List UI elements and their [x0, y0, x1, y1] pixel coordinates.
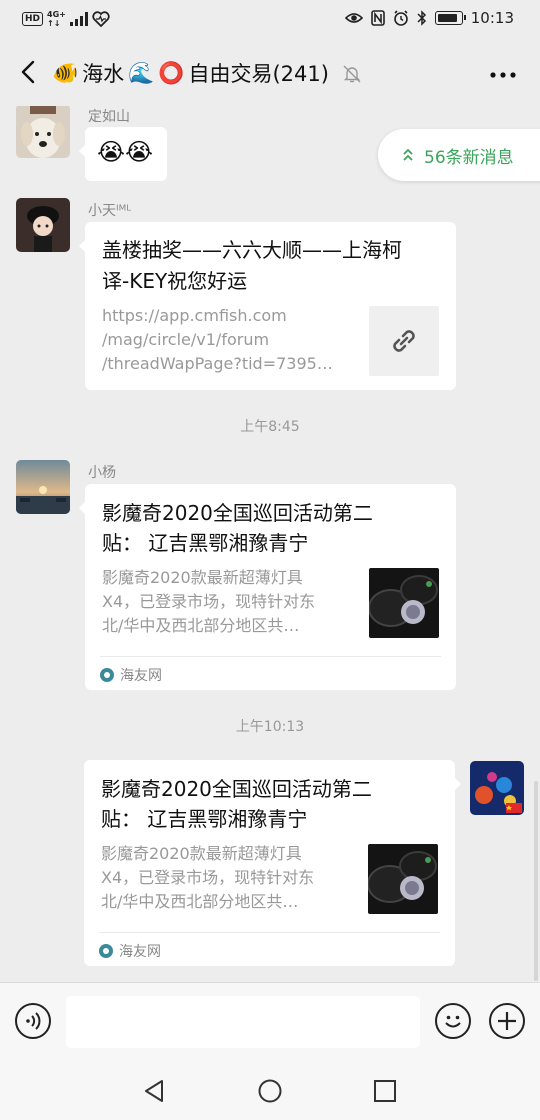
message-input[interactable] [66, 996, 420, 1048]
battery-icon [434, 11, 466, 25]
card-desc-line2: X4，已登录市场，现特针对东 [102, 592, 316, 611]
message-text: 😭😭 [97, 138, 154, 166]
alarm-icon [393, 10, 408, 26]
nav-recents-square-icon[interactable] [370, 1076, 400, 1106]
source-name: 海友网 [119, 944, 161, 960]
smiley-icon [445, 1015, 461, 1028]
battery-level [437, 14, 457, 22]
card-desc-line3: 北/华中及西北部分地区共… [102, 616, 300, 635]
aquarium-avatar-image [470, 761, 524, 815]
more-functions-button[interactable] [489, 1003, 525, 1039]
card-desc-line2: /mag/circle/v1/forum [102, 330, 270, 349]
link-thumbnail [369, 306, 439, 376]
card-title-line1: 影魔奇2020全国巡回活动第二 [102, 501, 373, 525]
source-logo-icon [99, 944, 113, 958]
chat-header: 🐠 海水 🌊 ⭕ 自由交易(241) [0, 40, 540, 106]
card-title-line2: 译-KEY祝您好运 [102, 269, 248, 293]
card-desc-line1: 影魔奇2020款最新超薄灯具 [102, 568, 303, 587]
source-name: 海友网 [120, 668, 162, 684]
network-activity: ↑↓ [47, 19, 61, 28]
card-desc-line1: https://app.cmfish.com [102, 306, 287, 325]
lamp-photo-image [369, 568, 439, 638]
card-title-line2: 贴： 辽吉黑鄂湘豫青宁 [102, 531, 309, 555]
status-left: HD 4G+ ↑↓ [22, 10, 110, 28]
network-type: 4G+ [47, 10, 66, 19]
article-card[interactable]: 影魔奇2020全国巡回活动第二 贴： 辽吉黑鄂湘豫青宁 影魔奇2020款最新超薄… [84, 760, 461, 966]
more-options-icon[interactable] [488, 60, 518, 90]
link-card[interactable]: 盖楼抽奖——六六大顺——上海柯 译-KEY祝您好运 https://app.cm… [79, 222, 456, 390]
network-indicator: 4G+ ↑↓ [47, 10, 66, 28]
mute-bell-icon [343, 65, 361, 83]
cartoon-avatar-image [16, 198, 70, 252]
circle-emoji: ⭕ [158, 60, 185, 85]
chat-title: 🐠 海水 🌊 ⭕ 自由交易(241) [52, 58, 329, 88]
card-divider [100, 656, 441, 657]
voice-input-button[interactable] [15, 1003, 51, 1039]
card-desc-line2: X4，已登录市场，现特针对东 [101, 868, 315, 887]
signal-icon [69, 12, 88, 26]
avatar-xiaotian[interactable] [16, 198, 70, 252]
sunset-avatar-image [16, 460, 70, 514]
emoji-button[interactable] [435, 1003, 471, 1039]
card-title-line2: 贴： 辽吉黑鄂湘豫青宁 [101, 807, 308, 831]
dog-avatar-image [16, 106, 70, 158]
fish-emoji: 🐠 [52, 60, 79, 85]
new-messages-label: 56条新消息 [424, 147, 514, 168]
status-bar: HD 4G+ ↑↓ 10:13 [0, 0, 540, 40]
system-navigation-bar [0, 1062, 540, 1120]
message-bubble[interactable]: 😭😭 [79, 127, 167, 181]
message-input-bar [0, 982, 540, 1062]
card-desc-line3: 北/华中及西北部分地区共… [101, 892, 299, 911]
card-desc-line1: 影魔奇2020款最新超薄灯具 [101, 844, 302, 863]
article-thumbnail [369, 568, 439, 638]
wave-emoji: 🌊 [128, 60, 155, 85]
nfc-icon [370, 10, 385, 26]
lamp-photo-image [368, 844, 438, 914]
source-logo-icon [100, 668, 114, 682]
link-icon [393, 330, 415, 352]
sender-name: 小天ᴵᴹᴸ [88, 203, 132, 219]
status-right: 10:13 [344, 9, 514, 27]
avatar-self[interactable] [470, 761, 524, 815]
sender-name: 定如山 [88, 109, 130, 125]
scrollbar-thumb[interactable] [534, 781, 538, 981]
bluetooth-icon [417, 10, 426, 26]
nav-back-triangle-icon[interactable] [140, 1076, 170, 1106]
article-thumbnail [368, 844, 438, 914]
avatar-xiaoyang[interactable] [16, 460, 70, 514]
avatar-dingrushan[interactable] [16, 106, 70, 158]
back-arrow-icon[interactable] [14, 57, 44, 87]
card-desc-line3: /threadWapPage?tid=7395… [102, 354, 333, 373]
voice-wave-icon [26, 1012, 41, 1030]
sender-name: 小杨 [88, 465, 116, 481]
chat-message-list[interactable]: 定如山 😭😭 56条新消息 小天ᴵᴹᴸ 盖楼抽奖——六六大顺——上海柯 译-KE… [0, 106, 540, 982]
double-chevron-up-icon [403, 148, 413, 161]
clock: 10:13 [470, 9, 514, 27]
article-card[interactable]: 影魔奇2020全国巡回活动第二 贴： 辽吉黑鄂湘豫青宁 影魔奇2020款最新超薄… [79, 484, 456, 690]
health-heart-icon [92, 11, 110, 27]
eye-icon [344, 13, 363, 23]
card-title-line1: 盖楼抽奖——六六大顺——上海柯 [102, 238, 402, 262]
hd-badge: HD [22, 12, 44, 26]
timestamp: 上午8:45 [240, 419, 300, 435]
chat-title-part1: 海水 [82, 62, 125, 86]
card-divider [99, 932, 440, 933]
timestamp: 上午10:13 [235, 719, 305, 735]
plus-icon [498, 1012, 516, 1030]
chat-title-part2: 自由交易(241) [188, 62, 329, 86]
nav-home-circle-icon[interactable] [255, 1076, 285, 1106]
card-title-line1: 影魔奇2020全国巡回活动第二 [101, 777, 372, 801]
card-source: 海友网 [99, 941, 161, 961]
card-source: 海友网 [100, 665, 162, 685]
new-messages-button[interactable]: 56条新消息 [378, 129, 540, 181]
